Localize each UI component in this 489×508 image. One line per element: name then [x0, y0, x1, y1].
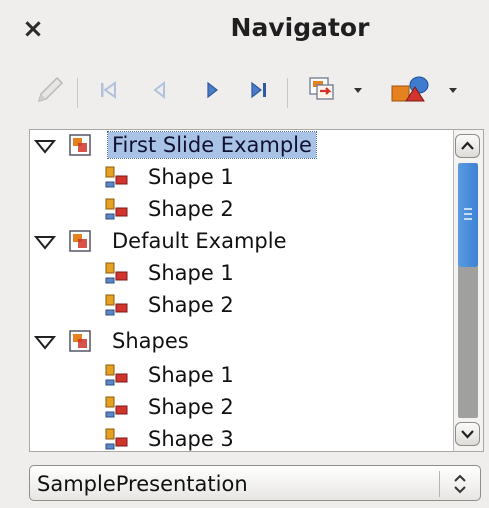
tree-slide-label[interactable]: Default Example: [112, 228, 287, 254]
document-select-value: SamplePresentation: [37, 472, 248, 496]
tree-slide-row[interactable]: Shapes: [30, 326, 454, 356]
navigator-tree[interactable]: First Slide Example Shape 1 Shape 2 Defa…: [29, 129, 454, 452]
collapse-triangle-icon[interactable]: [34, 136, 56, 156]
up-down-chevron-icon: [454, 474, 466, 494]
shape-icon: [105, 364, 128, 386]
tree-shape-row[interactable]: Shape 2: [30, 392, 454, 422]
tree-shape-label[interactable]: Shape 2: [148, 196, 234, 222]
navigator-titlebar: × Navigator: [0, 0, 489, 62]
toolbar-separator: [287, 78, 288, 108]
tree-slide-label[interactable]: Shapes: [112, 328, 189, 354]
shape-icon: [105, 262, 128, 284]
shape-icon: [105, 166, 128, 188]
tree-shape-row[interactable]: Shape 2: [30, 194, 454, 224]
collapse-triangle-icon[interactable]: [34, 332, 56, 352]
scroll-up-button[interactable]: [455, 134, 480, 158]
next-slide-icon[interactable]: [195, 66, 229, 114]
tree-slide-label[interactable]: First Slide Example: [107, 131, 317, 159]
tree-shape-label[interactable]: Shape 1: [148, 164, 234, 190]
collapse-triangle-icon[interactable]: [34, 232, 56, 252]
last-slide-icon[interactable]: [242, 66, 278, 114]
document-select-divider: [439, 471, 440, 497]
show-shapes-dropdown-icon[interactable]: [445, 66, 461, 114]
scroll-down-button[interactable]: [455, 422, 480, 446]
tree-slide-row[interactable]: Default Example: [30, 226, 454, 256]
drag-mode-dropdown-icon[interactable]: [350, 66, 366, 114]
shape-icon: [105, 198, 128, 220]
tree-slide-row[interactable]: First Slide Example: [30, 130, 454, 160]
tree-shape-row[interactable]: Shape 1: [30, 360, 454, 390]
tree-shape-row[interactable]: Shape 1: [30, 162, 454, 192]
tree-scrollbar[interactable]: [453, 129, 484, 452]
shape-icon: [105, 396, 128, 418]
slide-icon: [69, 230, 91, 252]
slide-icon: [69, 134, 91, 156]
previous-slide-icon[interactable]: [143, 66, 177, 114]
tree-shape-row[interactable]: Shape 2: [30, 290, 454, 320]
scroll-thumb[interactable]: [458, 163, 478, 267]
draw-mode-icon[interactable]: [30, 66, 70, 114]
tree-shape-label[interactable]: Shape 1: [148, 260, 234, 286]
scroll-thumb-grip: [464, 213, 472, 215]
first-slide-icon[interactable]: [92, 66, 126, 114]
drag-mode-icon[interactable]: [300, 66, 344, 114]
scroll-thumb-grip: [464, 208, 472, 210]
tree-shape-label[interactable]: Shape 3: [148, 426, 234, 451]
chevron-down-icon: [461, 430, 474, 439]
tree-shape-label[interactable]: Shape 2: [148, 292, 234, 318]
document-select[interactable]: SamplePresentation: [29, 465, 481, 501]
tree-shape-row[interactable]: Shape 3: [30, 424, 454, 451]
tree-shape-label[interactable]: Shape 2: [148, 394, 234, 420]
window-title: Navigator: [230, 13, 370, 42]
shape-icon: [105, 428, 128, 450]
chevron-up-icon: [461, 141, 474, 150]
show-shapes-icon[interactable]: [385, 66, 435, 114]
tree-shape-row[interactable]: Shape 1: [30, 258, 454, 288]
tree-shape-label[interactable]: Shape 1: [148, 362, 234, 388]
toolbar-separator: [77, 78, 78, 108]
scroll-thumb-grip: [464, 218, 472, 220]
slide-icon: [69, 330, 91, 352]
close-icon[interactable]: ×: [18, 14, 48, 44]
navigator-toolbar: [0, 66, 489, 116]
shape-icon: [105, 294, 128, 316]
